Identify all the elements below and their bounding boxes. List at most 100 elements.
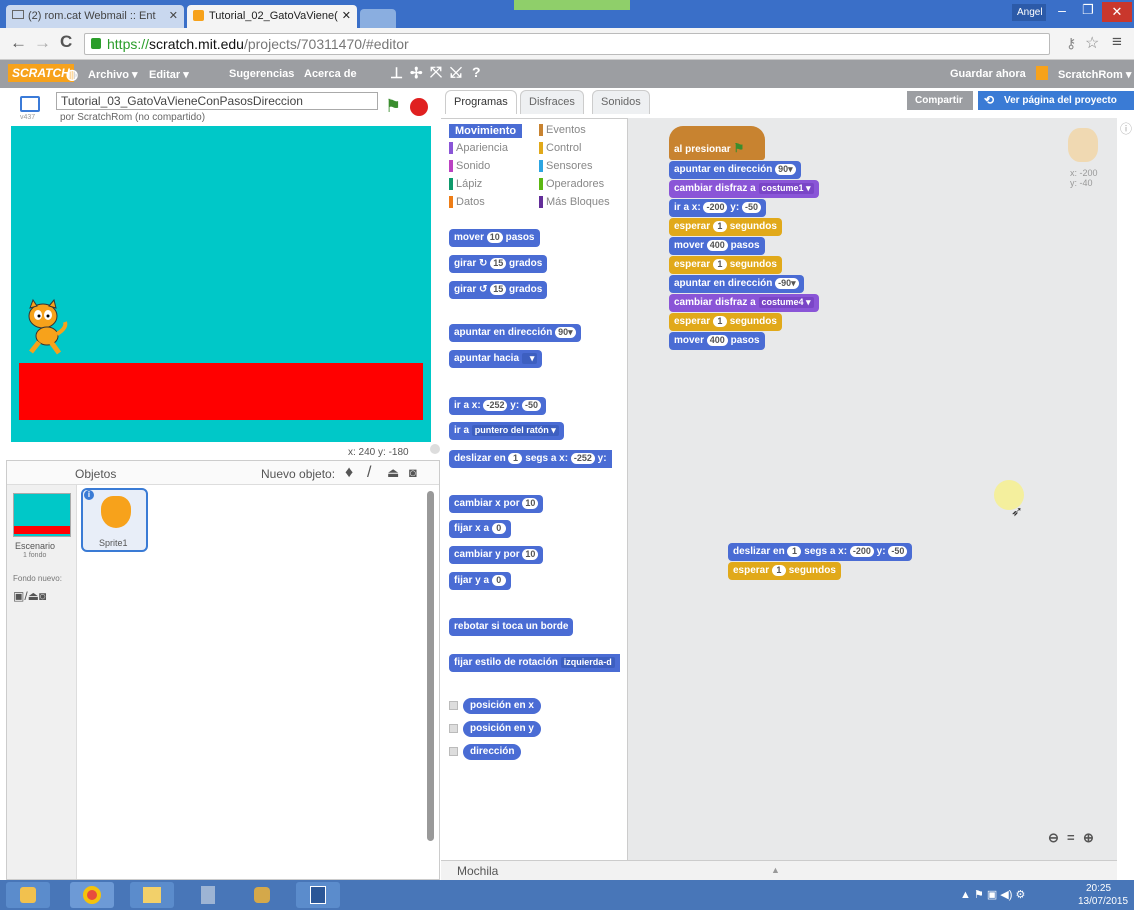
camera-icon[interactable]: ◙: [409, 465, 417, 480]
project-title-input[interactable]: Tutorial_03_GatoVaVieneConPasosDireccion: [56, 92, 378, 110]
close-icon[interactable]: ✕: [342, 9, 351, 22]
choose-sprite-icon[interactable]: ♦: [345, 464, 353, 482]
menu-icon[interactable]: ≡: [1112, 32, 1122, 52]
block-input[interactable]: -50: [521, 400, 541, 411]
block-input[interactable]: 0: [491, 523, 506, 534]
block-mover[interactable]: mover 10 pasos: [449, 229, 540, 247]
script-cambiar-disfraz[interactable]: cambiar disfraz a costume1 ▾: [669, 180, 819, 198]
taskbar-chrome[interactable]: [70, 882, 114, 908]
user-menu[interactable]: ScratchRom ▾: [1058, 68, 1131, 81]
block-input[interactable]: -200: [849, 546, 874, 557]
loose-esperar[interactable]: esperar 1 segundos: [728, 562, 841, 580]
category-mas-bloques[interactable]: Más Bloques: [539, 196, 610, 209]
block-fijar-x[interactable]: fijar x a 0: [449, 520, 511, 538]
sprite1-tile[interactable]: i Sprite1: [81, 488, 148, 552]
close-window-button[interactable]: ✕: [1102, 2, 1132, 22]
reporter-pos-y[interactable]: posición en y: [463, 721, 541, 737]
block-rebotar[interactable]: rebotar si toca un borde: [449, 618, 574, 636]
taskbar-files[interactable]: [130, 882, 174, 908]
block-estilo-rotacion[interactable]: fijar estilo de rotación izquierda-d: [449, 654, 620, 672]
stop-icon[interactable]: [410, 98, 428, 116]
menu-sugerencias[interactable]: Sugerencias: [229, 68, 294, 80]
star-icon[interactable]: ☆: [1085, 33, 1099, 53]
block-input[interactable]: 1: [787, 546, 802, 557]
category-datos[interactable]: Datos: [449, 196, 485, 209]
cut-scissor-icon[interactable]: ✢: [410, 64, 423, 82]
block-input[interactable]: -252: [570, 453, 595, 464]
block-girar-left[interactable]: girar ↺ 15 grados: [449, 281, 548, 299]
menu-acerca[interactable]: Acerca de: [304, 68, 357, 80]
script-apuntar-direccion[interactable]: apuntar en dirección 90▾: [669, 161, 801, 179]
block-input[interactable]: 1: [771, 565, 786, 576]
script-cambiar-disfraz[interactable]: cambiar disfraz a costume4 ▾: [669, 294, 819, 312]
new-tab-button[interactable]: [360, 9, 396, 28]
script-esperar[interactable]: esperar 1 segundos: [669, 218, 782, 236]
block-input[interactable]: 1: [508, 453, 523, 464]
script-esperar[interactable]: esperar 1 segundos: [669, 313, 782, 331]
stage-thumbnail[interactable]: [13, 493, 71, 537]
duplicate-stamp-icon[interactable]: ⊥: [390, 64, 403, 82]
block-input[interactable]: -252: [483, 400, 508, 411]
grow-icon[interactable]: ⤧: [430, 64, 442, 81]
minimize-button[interactable]: –: [1050, 2, 1074, 22]
block-input[interactable]: 0: [491, 575, 506, 586]
loose-deslizar[interactable]: deslizar en 1 segs a x: -200 y: -50: [728, 543, 913, 561]
backdrop-tools-icon[interactable]: ▣/⏏◙: [13, 589, 46, 603]
key-icon[interactable]: ⚷: [1066, 35, 1076, 52]
block-input[interactable]: 400: [706, 335, 728, 346]
globe-icon[interactable]: ◍: [66, 66, 78, 83]
forward-icon[interactable]: →: [34, 33, 51, 53]
block-girar-right[interactable]: girar ↻ 15 grados: [449, 255, 548, 273]
stage-canvas[interactable]: [11, 126, 431, 442]
zoom-out-icon[interactable]: ⊖: [1048, 830, 1059, 846]
help-icon[interactable]: ?: [472, 64, 481, 80]
block-input[interactable]: 400: [706, 240, 728, 251]
block-dropdown[interactable]: ▾: [521, 353, 538, 364]
tab-disfraces[interactable]: Disfraces: [520, 90, 584, 114]
block-apuntar-hacia[interactable]: apuntar hacia ▾: [449, 350, 543, 368]
block-input[interactable]: 10: [486, 232, 503, 243]
script-apuntar-direccion[interactable]: apuntar en dirección -90▾: [669, 275, 804, 293]
shrink-icon[interactable]: ⤩: [450, 64, 462, 81]
sprites-scrollbar[interactable]: [427, 491, 434, 841]
tab-scratch[interactable]: Tutorial_02_GatoVaViene( ✕: [187, 5, 357, 28]
share-button[interactable]: Compartir: [907, 91, 973, 110]
category-movimiento[interactable]: Movimiento: [449, 124, 523, 138]
block-input[interactable]: 15: [490, 258, 507, 269]
block-input[interactable]: 1: [712, 259, 727, 270]
menu-editar[interactable]: Editar ▾: [149, 68, 189, 81]
zoom-reset-icon[interactable]: =: [1067, 830, 1075, 845]
block-ir-a-xy[interactable]: ir a x: -252 y: -50: [449, 397, 546, 415]
scratch-logo[interactable]: SCRATCH: [8, 64, 74, 82]
tab-programas[interactable]: Programas: [445, 90, 517, 114]
checkbox-pos-x[interactable]: [449, 701, 458, 710]
save-now-button[interactable]: Guardar ahora: [950, 68, 1026, 80]
stage-resize-handle[interactable]: [430, 444, 440, 454]
reporter-direccion[interactable]: dirección: [463, 744, 522, 760]
block-input[interactable]: 90▾: [775, 164, 796, 175]
block-input[interactable]: 10: [522, 498, 539, 509]
block-ir-a[interactable]: ir a puntero del ratón ▾: [449, 422, 564, 440]
category-apariencia[interactable]: Apariencia: [449, 142, 508, 155]
cat-sprite-icon[interactable]: [21, 298, 71, 356]
block-input[interactable]: 1: [712, 221, 727, 232]
reload-icon[interactable]: C: [60, 32, 72, 52]
block-input[interactable]: 15: [490, 284, 507, 295]
script-ir-a-xy[interactable]: ir a x: -200 y: -50: [669, 199, 766, 217]
scripts-area[interactable]: al presionar ⚑ apuntar en dirección 90▾ …: [627, 118, 1117, 860]
taskbar-explorer[interactable]: [6, 882, 50, 908]
block-input[interactable]: -200: [703, 202, 728, 213]
close-icon[interactable]: ✕: [169, 9, 178, 22]
user-badge[interactable]: Angel: [1012, 4, 1046, 21]
block-dropdown[interactable]: costume4 ▾: [758, 297, 814, 308]
category-sonido[interactable]: Sonido: [449, 160, 490, 173]
backpack-bar[interactable]: Mochila ▲: [441, 860, 1117, 880]
block-dropdown[interactable]: puntero del ratón ▾: [471, 425, 559, 436]
script-esperar[interactable]: esperar 1 segundos: [669, 256, 782, 274]
block-fijar-y[interactable]: fijar y a 0: [449, 572, 511, 590]
tab-sonidos[interactable]: Sonidos: [592, 90, 650, 114]
block-dropdown[interactable]: izquierda-d: [560, 657, 615, 668]
checkbox-pos-y[interactable]: [449, 724, 458, 733]
checkbox-direccion[interactable]: [449, 747, 458, 756]
upload-icon[interactable]: ⏏: [387, 465, 399, 481]
